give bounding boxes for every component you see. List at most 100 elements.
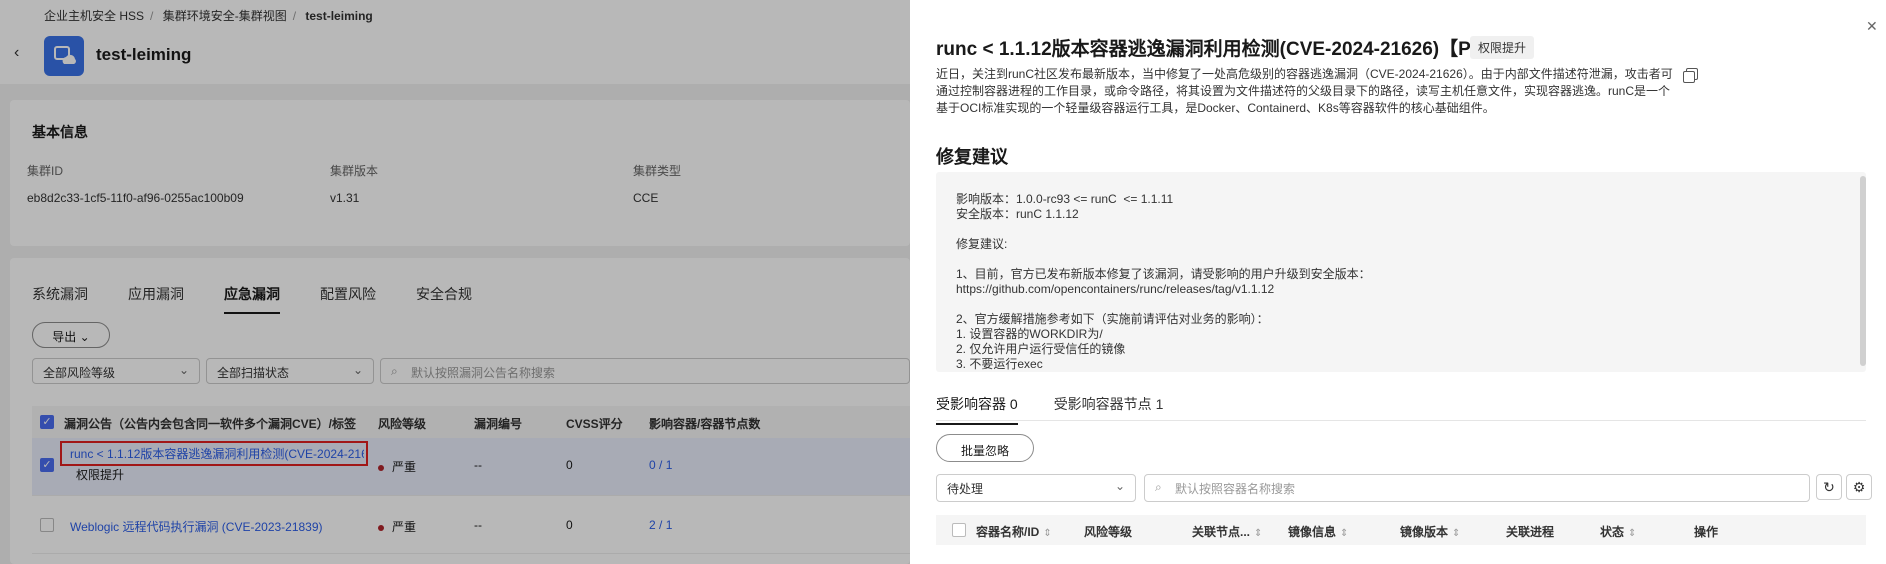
vuln-name-link[interactable]: runc < 1.1.12版本容器逃逸漏洞利用检测(CVE-2024-21626…	[60, 441, 368, 466]
sort-icon[interactable]: ⇕	[1452, 528, 1460, 539]
fix-line: 2. 仅允许用户运行受信任的镜像	[956, 342, 1126, 356]
sort-icon[interactable]: ⇕	[1043, 528, 1051, 539]
chevron-down-icon: ⌄	[178, 363, 189, 377]
field-cluster-type: 集群类型 CCE	[633, 162, 681, 205]
close-icon[interactable]: ✕	[1866, 18, 1878, 35]
tab-count: 0	[1009, 396, 1018, 412]
vulnerability-tabs: 系统漏洞 应用漏洞 应急漏洞 配置风险 安全合规	[32, 284, 512, 314]
row-checkbox[interactable]: ✓	[40, 458, 54, 472]
copy-icon[interactable]	[1683, 68, 1698, 83]
col-header-affected: 影响容器/容器节点数	[649, 417, 761, 431]
fix-line: 1. 设置容器的WORKDIR为/	[956, 327, 1103, 341]
tab-label: 受影响容器	[936, 396, 1006, 412]
search-icon: ⌕	[391, 364, 398, 378]
vuln-id: --	[474, 518, 482, 532]
tabs-divider	[936, 420, 1866, 421]
tab-emergency-vuln[interactable]: 应急漏洞	[224, 284, 280, 314]
tab-label: 受影响容器节点	[1053, 396, 1152, 412]
affected-containers: 0	[649, 458, 656, 472]
col-header-process: 关联进程	[1506, 525, 1555, 539]
fix-suggestion-box: 影响版本：1.0.0-rc93 <= runC <= 1.1.11 安全版本：r…	[936, 172, 1866, 372]
cluster-detail-page: 企业主机安全 HSS / 集群环境安全-集群视图 / test-leiming ‹ …	[0, 0, 910, 564]
table-row[interactable]: ✓ runc < 1.1.12版本容器逃逸漏洞利用检测(CVE-2024-216…	[32, 438, 910, 496]
vuln-tag: 权限提升	[76, 468, 125, 482]
col-header-text: 关联节点...	[1192, 525, 1251, 539]
sort-icon[interactable]: ⇕	[1254, 528, 1262, 539]
col-header-container: 容器名称/ID ⇕	[976, 523, 1052, 540]
affected-containers: 2	[649, 518, 656, 532]
field-value: eb8d2c33-1cf5-11f0-af96-0255ac100b09	[27, 191, 244, 205]
risk-level-select[interactable]: 全部风险等级 ⌄	[32, 358, 200, 384]
export-button[interactable]: 导出 ⌄	[32, 322, 110, 348]
cvss-score: 0	[566, 518, 573, 532]
col-header-node: 关联节点... ⇕	[1192, 523, 1262, 540]
col-header-text: 镜像信息	[1288, 525, 1337, 539]
col-header-image-version: 镜像版本 ⇕	[1400, 523, 1460, 540]
table-row[interactable]: Weblogic 远程代码执行漏洞 (CVE-2023-21839) 严重 --…	[32, 496, 910, 554]
col-header-status: 状态 ⇕	[1600, 523, 1636, 540]
field-label: 集群版本	[330, 164, 379, 178]
fix-line: 影响版本：1.0.0-rc93 <= runC <= 1.1.11	[956, 192, 1174, 206]
search-placeholder: 默认按照漏洞公告名称搜索	[411, 366, 556, 380]
fix-link: https://github.com/opencontainers/runc/r…	[956, 282, 1275, 296]
container-table-header: 容器名称/ID ⇕ 风险等级 关联节点... ⇕ 镜像信息 ⇕ 镜像版本 ⇕ 关联进程 …	[936, 515, 1866, 545]
tab-system-vuln[interactable]: 系统漏洞	[32, 284, 88, 314]
export-label: 导出	[52, 330, 77, 344]
status-value: 待处理	[947, 482, 984, 496]
field-value: v1.31	[330, 191, 360, 205]
col-header-vuln-id: 漏洞编号	[474, 417, 523, 431]
table-header: ✓ 漏洞公告（公告内会包含同一软件多个漏洞CVE）/标签 风险等级 漏洞编号 C…	[32, 406, 910, 438]
vuln-search-input[interactable]: ⌕ 默认按照漏洞公告名称搜索	[380, 358, 910, 384]
affected-count[interactable]: 2 / 1	[649, 518, 672, 532]
vuln-description: 近日，关注到runC社区发布最新版本，当中修复了一处高危级别的容器逃逸漏洞（CV…	[936, 67, 1673, 115]
fix-box-scrollbar[interactable]	[1860, 176, 1866, 366]
breadcrumb-item-hss[interactable]: 企业主机安全 HSS	[44, 9, 144, 23]
tab-config-risk[interactable]: 配置风险	[320, 284, 376, 314]
row-checkbox[interactable]	[40, 518, 54, 532]
field-cluster-id: 集群ID eb8d2c33-1cf5-11f0-af96-0255ac100b0…	[27, 162, 244, 205]
back-arrow-icon[interactable]: ‹	[14, 44, 19, 62]
cluster-name: test-leiming	[96, 45, 192, 64]
field-label: 集群类型	[633, 164, 682, 178]
vuln-id: --	[474, 458, 482, 472]
search-placeholder: 默认按照容器名称搜索	[1175, 482, 1296, 496]
breadcrumb: 企业主机安全 HSS / 集群环境安全-集群视图 / test-leiming	[44, 9, 373, 23]
tab-compliance[interactable]: 安全合规	[416, 284, 472, 314]
field-value: CCE	[633, 191, 659, 205]
sort-icon[interactable]: ⇕	[1340, 528, 1348, 539]
col-header-action: 操作	[1694, 525, 1719, 539]
col-header-risk: 风险等级	[1084, 525, 1133, 539]
col-header-risk: 风险等级	[378, 417, 427, 431]
container-search-input[interactable]: ⌕ 默认按照容器名称搜索	[1144, 474, 1810, 502]
affected-nodes: 1	[665, 518, 673, 532]
fix-line: 2、官方缓解措施参考如下（实施前请评估对业务的影响）：	[956, 312, 1269, 326]
tab-count: 1	[1155, 396, 1164, 412]
refresh-icon[interactable]: ↻	[1816, 474, 1842, 500]
breadcrumb-item-current: test-leiming	[305, 9, 373, 23]
scan-status-select[interactable]: 全部扫描状态 ⌄	[206, 358, 374, 384]
breadcrumb-item-cluster-view[interactable]: 集群环境安全-集群视图	[163, 9, 287, 23]
risk-level: 严重	[378, 518, 416, 535]
select-all-checkbox[interactable]: ✓	[40, 415, 54, 429]
select-all-checkbox[interactable]	[952, 523, 966, 537]
basic-info-title: 基本信息	[32, 124, 88, 140]
sort-icon[interactable]: ⇕	[1628, 528, 1636, 539]
chevron-down-icon: ⌄	[1114, 479, 1125, 493]
affected-count[interactable]: 0 / 1	[649, 458, 672, 472]
bulk-ignore-button[interactable]: 批量忽略	[936, 434, 1034, 462]
field-label: 集群ID	[27, 164, 64, 178]
fix-line: 修复建议:	[956, 237, 1008, 251]
col-header-text: 镜像版本	[1400, 525, 1449, 539]
fix-line: 1、目前，官方已发布新版本修复了该漏洞，请受影响的用户升级到安全版本：	[956, 267, 1371, 281]
vuln-name-link[interactable]: Weblogic 远程代码执行漏洞 (CVE-2023-21839)	[70, 518, 323, 535]
fix-line: 3. 不要运行exec	[956, 357, 1043, 371]
drawer-title: runc < 1.1.12版本容器逃逸漏洞利用检测(CVE-2024-21626…	[936, 39, 1519, 60]
search-icon: ⌕	[1155, 480, 1162, 494]
risk-level: 严重	[378, 458, 416, 475]
severity-dot-icon	[378, 464, 384, 471]
settings-gear-icon[interactable]: ⚙	[1846, 474, 1872, 500]
tab-app-vuln[interactable]: 应用漏洞	[128, 284, 184, 314]
cluster-icon	[44, 36, 84, 76]
status-select[interactable]: 待处理 ⌄	[936, 474, 1136, 502]
vulnerability-card: 系统漏洞 应用漏洞 应急漏洞 配置风险 安全合规 导出 ⌄ 全部风险等级 ⌄ 全…	[10, 258, 910, 564]
